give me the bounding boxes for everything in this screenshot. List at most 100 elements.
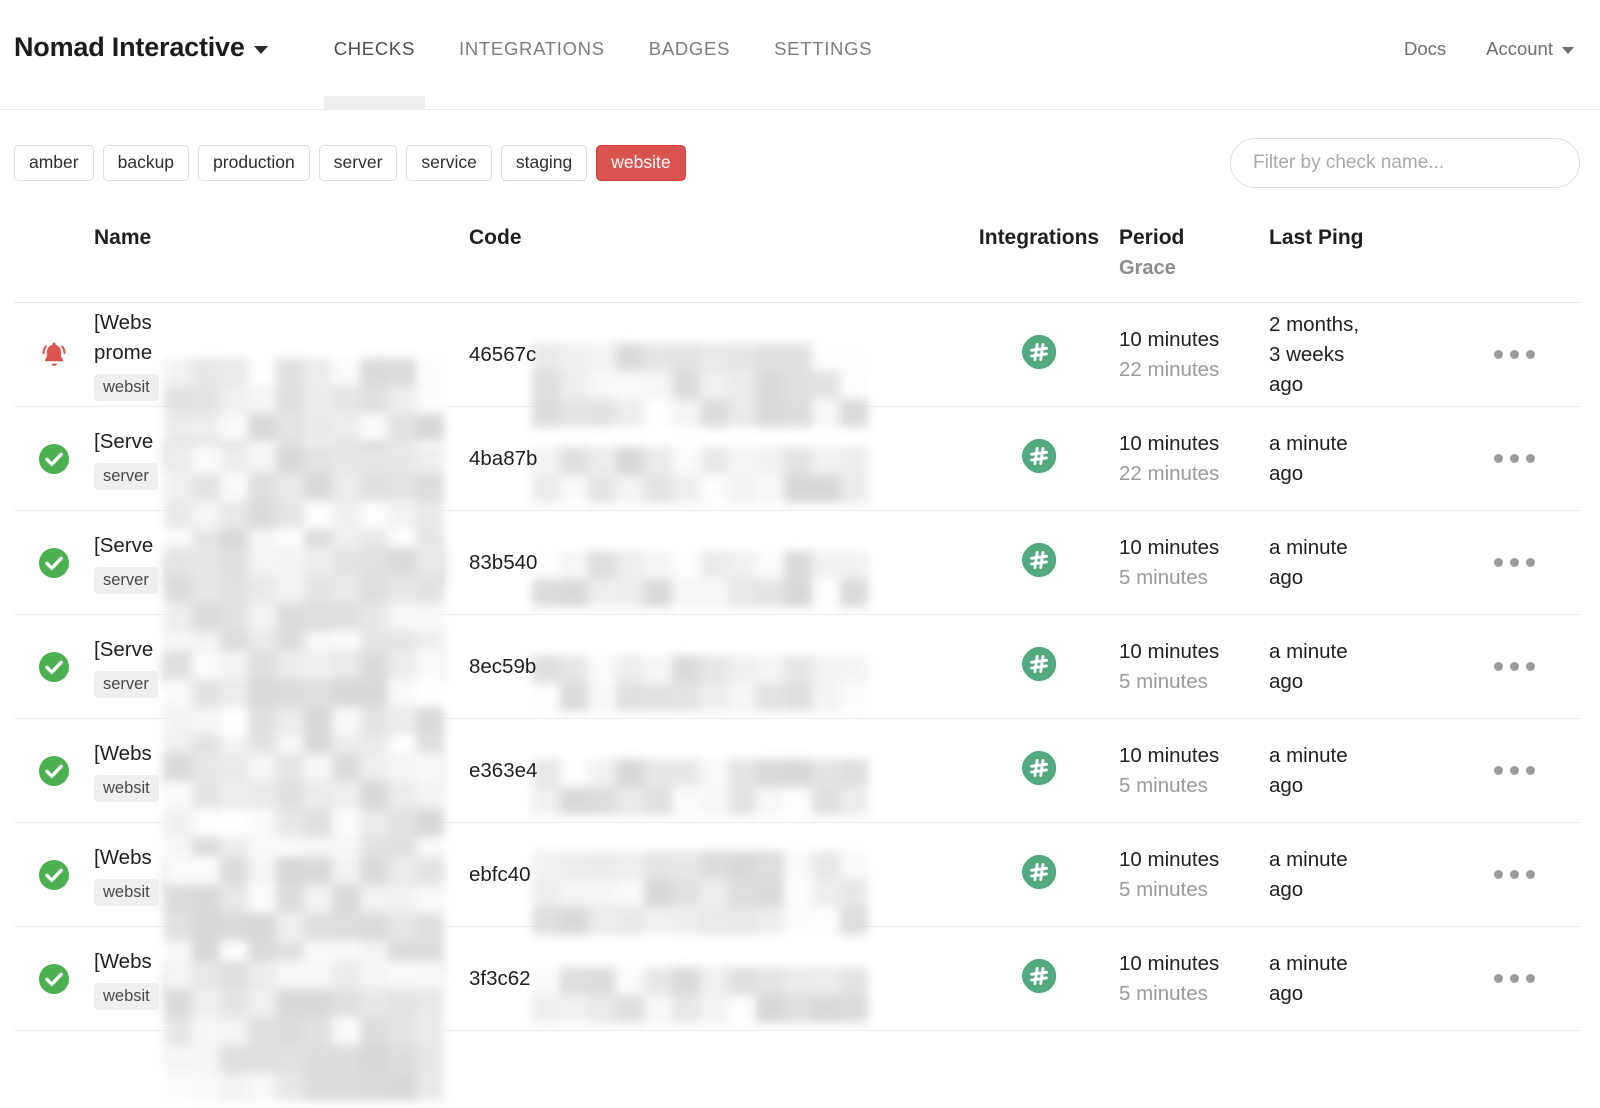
cell-integrations (959, 615, 1119, 718)
row-more-menu-icon[interactable] (1494, 558, 1535, 567)
cell-name: [Webswebsit (94, 927, 469, 1030)
cell-code: ebfc40 (469, 823, 959, 926)
cell-period: 10 minutes5 minutes (1119, 927, 1269, 1030)
check-last-ping: a minute ago (1269, 949, 1348, 1009)
slack-hash-icon[interactable] (1020, 645, 1058, 688)
table-row[interactable]: [Serveserver4ba87b10 minutes22 minutesa … (14, 407, 1580, 511)
cell-actions (1449, 719, 1580, 822)
nav-tab-settings-label: SETTINGS (774, 38, 872, 59)
cell-last-ping: 2 months, 3 weeks ago (1269, 303, 1449, 406)
row-more-menu-icon[interactable] (1494, 662, 1535, 671)
header-integrations: Integrations (959, 226, 1119, 250)
cell-period: 10 minutes5 minutes (1119, 511, 1269, 614)
row-more-menu-icon[interactable] (1494, 870, 1535, 879)
check-circle-icon (14, 511, 94, 614)
org-switcher[interactable]: Nomad Interactive (14, 32, 268, 63)
tag-filter-backup[interactable]: backup (103, 145, 189, 182)
tag-filter-service[interactable]: service (406, 145, 491, 182)
check-code: e363e4 (469, 759, 537, 783)
check-tag[interactable]: websit (94, 879, 159, 907)
header-period: Period Grace (1119, 226, 1269, 280)
check-last-ping: a minute ago (1269, 429, 1348, 489)
slack-hash-icon[interactable] (1020, 333, 1058, 376)
check-circle-icon (14, 407, 94, 510)
check-grace: 5 minutes (1119, 979, 1269, 1009)
table-row[interactable]: [Serveserver83b54010 minutes5 minutesa m… (14, 511, 1580, 615)
check-tag[interactable]: server (94, 567, 158, 595)
check-grace: 5 minutes (1119, 771, 1269, 801)
cell-integrations (959, 407, 1119, 510)
check-last-ping: a minute ago (1269, 845, 1348, 905)
search-input[interactable] (1230, 138, 1580, 188)
check-grace: 5 minutes (1119, 667, 1269, 697)
table-row[interactable]: [Webs websit e363e4 10 minutes5 minutesa mi… (14, 719, 1580, 823)
row-more-menu-icon[interactable] (1494, 766, 1535, 775)
table-row[interactable]: [Webs prome websit 46567c 10 minutes22 minu… (14, 303, 1580, 407)
docs-link-label: Docs (1404, 38, 1446, 60)
cell-code: 46567c (469, 303, 959, 406)
tag-filter-server[interactable]: server (319, 145, 398, 182)
check-circle-icon (14, 823, 94, 926)
check-tag[interactable]: websit (94, 374, 159, 402)
table-row[interactable]: [Serveserver8ec59b10 minutes5 minutesa m… (14, 615, 1580, 719)
cell-integrations (959, 823, 1119, 926)
cell-last-ping: a minute ago (1269, 719, 1449, 822)
main-nav: CHECKS INTEGRATIONS BADGES SETTINGS (312, 0, 895, 110)
cell-name: [Serveserver (94, 407, 469, 510)
cell-last-ping: a minute ago (1269, 511, 1449, 614)
nav-tab-settings[interactable]: SETTINGS (752, 0, 894, 110)
check-tag[interactable]: server (94, 463, 158, 491)
cell-integrations (959, 303, 1119, 406)
check-name: [Webs (94, 843, 469, 873)
cell-last-ping: a minute ago (1269, 407, 1449, 510)
nav-tab-integrations[interactable]: INTEGRATIONS (437, 0, 627, 110)
check-code: ebfc40 (469, 863, 531, 887)
cell-integrations (959, 927, 1119, 1030)
tag-filter-amber[interactable]: amber (14, 145, 94, 182)
org-name: Nomad Interactive (14, 32, 245, 63)
check-tag[interactable]: websit (94, 983, 159, 1011)
check-period: 10 minutes (1119, 325, 1269, 355)
check-name: [Webs prome (94, 308, 469, 368)
cell-code: e363e4 (469, 719, 959, 822)
check-period: 10 minutes (1119, 949, 1269, 979)
nav-tab-badges-label: BADGES (649, 38, 730, 59)
check-tag[interactable]: websit (94, 775, 159, 803)
tag-filter-website[interactable]: website (596, 145, 685, 182)
tag-filter-list: amber backup production server service s… (14, 145, 686, 182)
check-circle-icon (14, 719, 94, 822)
nav-tab-checks[interactable]: CHECKS (312, 0, 437, 110)
search-container (1230, 138, 1580, 188)
check-name: [Webs (94, 739, 469, 769)
tag-filter-production[interactable]: production (198, 145, 310, 182)
slack-hash-icon[interactable] (1020, 853, 1058, 896)
table-row[interactable]: [Webswebsitebfc4010 minutes5 minutesa mi… (14, 823, 1580, 927)
cell-actions (1449, 407, 1580, 510)
account-menu-label: Account (1486, 38, 1553, 60)
header-period-label: Period (1119, 226, 1269, 250)
row-more-menu-icon[interactable] (1494, 350, 1535, 359)
slack-hash-icon[interactable] (1020, 749, 1058, 792)
nav-tab-badges[interactable]: BADGES (627, 0, 752, 110)
docs-link[interactable]: Docs (1404, 38, 1446, 60)
check-period: 10 minutes (1119, 741, 1269, 771)
slack-hash-icon[interactable] (1020, 541, 1058, 584)
check-period: 10 minutes (1119, 637, 1269, 667)
slack-hash-icon[interactable] (1020, 437, 1058, 480)
table-row[interactable]: [Webswebsit3f3c6210 minutes5 minutesa mi… (14, 927, 1580, 1031)
nav-tab-integrations-label: INTEGRATIONS (459, 38, 605, 59)
cell-last-ping: a minute ago (1269, 823, 1449, 926)
account-menu[interactable]: Account (1486, 38, 1574, 60)
cell-last-ping: a minute ago (1269, 615, 1449, 718)
table-header-row: Name Code Integrations Period Grace Last… (14, 208, 1580, 303)
row-more-menu-icon[interactable] (1494, 454, 1535, 463)
check-code: 4ba87b (469, 447, 537, 471)
check-period: 10 minutes (1119, 533, 1269, 563)
row-more-menu-icon[interactable] (1494, 974, 1535, 983)
check-name: [Serve (94, 635, 469, 665)
check-tag[interactable]: server (94, 671, 158, 699)
check-last-ping: a minute ago (1269, 637, 1348, 697)
slack-hash-icon[interactable] (1020, 957, 1058, 1000)
check-grace: 22 minutes (1119, 355, 1269, 385)
tag-filter-staging[interactable]: staging (501, 145, 587, 182)
